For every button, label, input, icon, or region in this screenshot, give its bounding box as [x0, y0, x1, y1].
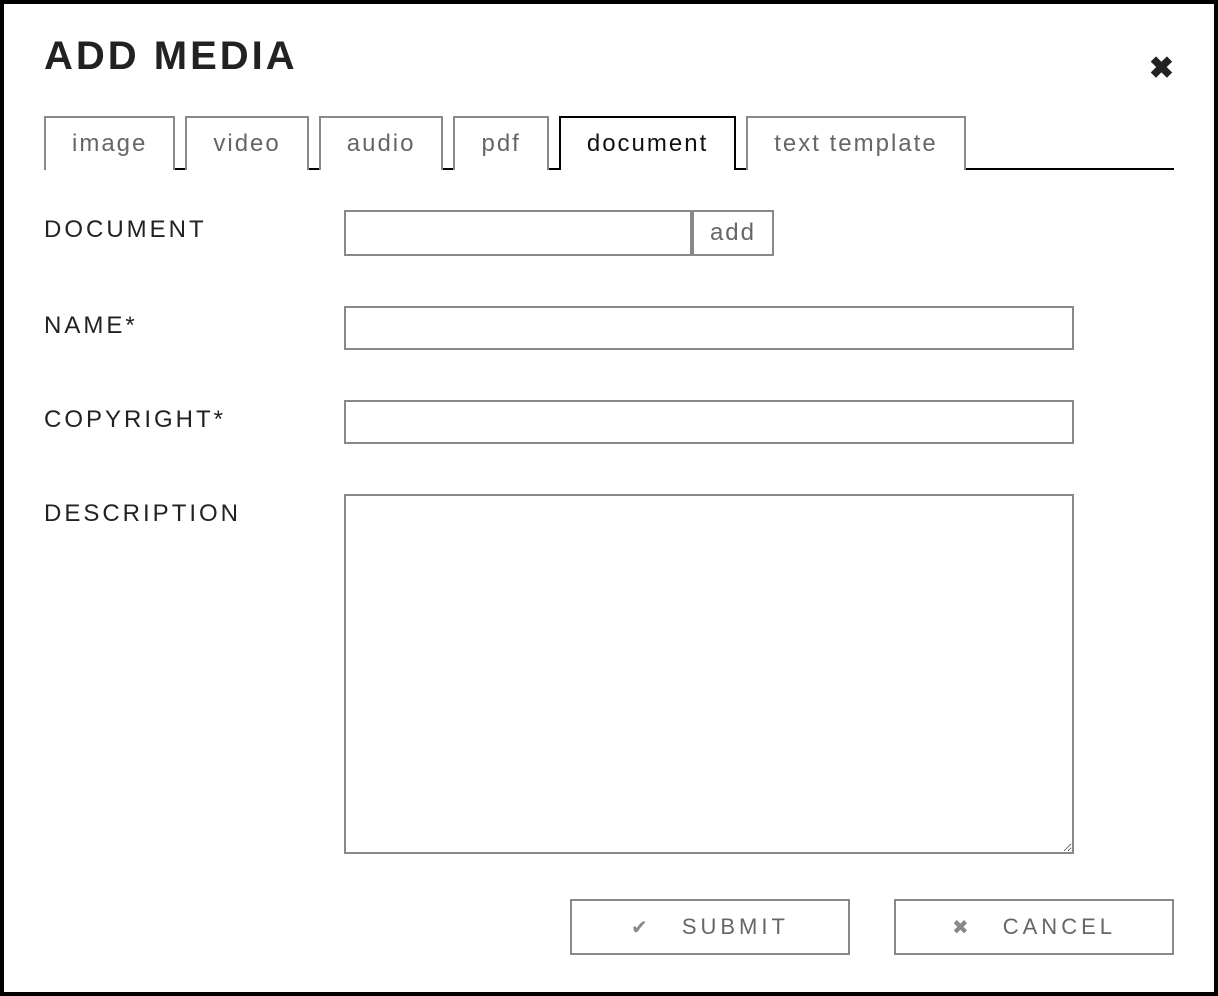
add-button[interactable]: add	[690, 210, 774, 256]
submit-label: SUBMIT	[682, 914, 789, 940]
submit-button[interactable]: ✔ SUBMIT	[570, 899, 850, 955]
document-input[interactable]	[344, 210, 690, 256]
cancel-label: CANCEL	[1003, 914, 1116, 940]
row-copyright: COPYRIGHT*	[44, 400, 1174, 444]
cancel-icon: ✖	[952, 915, 973, 940]
name-label: NAME*	[44, 306, 344, 340]
add-media-dialog: ADD MEDIA ✖ image video audio pdf docume…	[0, 0, 1218, 996]
dialog-header: ADD MEDIA ✖	[44, 34, 1174, 84]
tab-text-template[interactable]: text template	[746, 116, 965, 170]
tab-audio[interactable]: audio	[319, 116, 444, 170]
copyright-label: COPYRIGHT*	[44, 400, 344, 434]
tab-video[interactable]: video	[185, 116, 308, 170]
tab-document[interactable]: document	[559, 116, 736, 170]
document-label: DOCUMENT	[44, 210, 344, 244]
check-icon: ✔	[631, 915, 652, 940]
actions: ✔ SUBMIT ✖ CANCEL	[44, 899, 1174, 955]
copyright-input[interactable]	[344, 400, 1074, 444]
tabs: image video audio pdf document text temp…	[44, 114, 1174, 170]
tab-pdf[interactable]: pdf	[453, 116, 548, 170]
description-textarea[interactable]	[344, 494, 1074, 854]
close-icon[interactable]: ✖	[1149, 54, 1174, 84]
cancel-button[interactable]: ✖ CANCEL	[894, 899, 1174, 955]
row-name: NAME*	[44, 306, 1174, 350]
dialog-title: ADD MEDIA	[44, 34, 298, 79]
form: DOCUMENT add NAME* COPYRIGHT* DESCRIPTIO…	[44, 210, 1174, 859]
document-combo: add	[344, 210, 774, 256]
name-input[interactable]	[344, 306, 1074, 350]
row-description: DESCRIPTION	[44, 494, 1174, 859]
tab-image[interactable]: image	[44, 116, 175, 170]
description-label: DESCRIPTION	[44, 494, 344, 528]
row-document: DOCUMENT add	[44, 210, 1174, 256]
